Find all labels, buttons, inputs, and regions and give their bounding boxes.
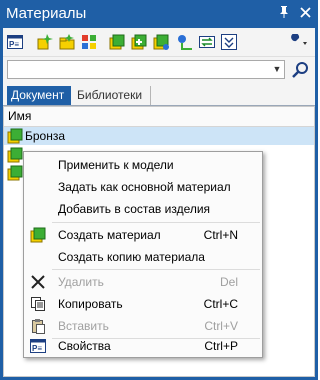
menu-item-label: Задать как основной материал — [58, 180, 231, 194]
properties-icon[interactable]: P≡ — [7, 34, 23, 50]
menu-item-label: Вставить — [58, 319, 109, 333]
swap-icon[interactable] — [199, 34, 215, 50]
list-item-label: Бронза — [25, 129, 66, 143]
chevron-down-icon[interactable]: ▼ — [271, 62, 283, 77]
menu-item-shortcut: Ctrl+N — [203, 228, 238, 242]
menu-item-shortcut: Ctrl+V — [204, 319, 238, 333]
menu-item-properties[interactable]: P≡ Свойства Ctrl+P — [24, 335, 262, 357]
menu-item-set-default-material[interactable]: Задать как основной материал — [24, 176, 262, 198]
menu-item-shortcut: Del — [219, 275, 238, 289]
copy-icon — [30, 296, 46, 312]
window-title: Материалы — [6, 5, 87, 22]
menu-item-apply-to-model[interactable]: Применить к модели — [24, 154, 262, 176]
materials-panel: Материалы P≡ ▼ Документ Библиотеки Имя Б… — [0, 0, 318, 380]
new-library-material-icon[interactable] — [59, 34, 75, 50]
search-row: ▼ — [3, 57, 315, 83]
menu-item-label: Свойства — [58, 339, 111, 353]
menu-item-copy[interactable]: Копировать Ctrl+C — [24, 293, 262, 315]
column-header-label: Имя — [8, 109, 32, 123]
material-link-icon[interactable] — [177, 34, 193, 50]
menu-item-label: Добавить в состав изделия — [58, 202, 211, 216]
delete-icon — [30, 274, 46, 290]
pin-icon[interactable] — [276, 5, 292, 23]
context-menu: Применить к модели Задать как основной м… — [23, 151, 263, 358]
svg-text:P≡: P≡ — [9, 40, 19, 49]
title-bar: Материалы — [0, 0, 318, 28]
menu-separator — [52, 222, 260, 223]
material-icon — [7, 128, 23, 144]
material-b-icon[interactable] — [131, 34, 147, 50]
menu-item-label: Создать копию материала — [58, 250, 205, 264]
new-material-icon[interactable] — [37, 34, 53, 50]
search-icon[interactable] — [291, 60, 311, 80]
menu-item-add-to-product[interactable]: Добавить в состав изделия — [24, 198, 262, 220]
menu-item-label: Применить к модели — [58, 158, 174, 172]
menu-item-shortcut: Ctrl+C — [203, 297, 238, 311]
menu-item-create-material[interactable]: Создать материал Ctrl+N — [24, 224, 262, 246]
filter-icon[interactable] — [221, 34, 237, 50]
menu-item-paste[interactable]: Вставить Ctrl+V — [24, 315, 262, 337]
properties-icon: P≡ — [30, 338, 46, 354]
material-grid-icon[interactable] — [81, 34, 97, 50]
list-item[interactable]: Бронза — [4, 127, 314, 145]
tab-document[interactable]: Документ — [7, 86, 71, 105]
material-a-icon[interactable] — [109, 34, 125, 50]
toolbar: P≡ — [3, 28, 315, 57]
menu-item-label: Создать материал — [58, 228, 161, 242]
menu-item-label: Копировать — [58, 297, 123, 311]
create-material-icon — [30, 227, 46, 243]
menu-item-create-copy[interactable]: Создать копию материала — [24, 246, 262, 268]
menu-item-shortcut: Ctrl+P — [204, 339, 238, 353]
paste-icon — [30, 318, 46, 334]
column-header-name[interactable]: Имя — [4, 107, 314, 127]
tab-bar: Документ Библиотеки — [3, 83, 315, 106]
menu-item-delete[interactable]: Удалить Del — [24, 271, 262, 293]
tab-libraries[interactable]: Библиотеки — [73, 86, 151, 105]
search-input[interactable] — [7, 60, 285, 79]
wrench-icon[interactable] — [287, 33, 309, 50]
svg-text:P≡: P≡ — [32, 344, 42, 353]
material-icon — [7, 165, 23, 181]
menu-separator — [52, 269, 260, 270]
material-icon — [7, 147, 23, 163]
menu-item-label: Удалить — [58, 275, 104, 289]
material-c-icon[interactable] — [153, 34, 169, 50]
close-icon[interactable] — [297, 5, 313, 23]
